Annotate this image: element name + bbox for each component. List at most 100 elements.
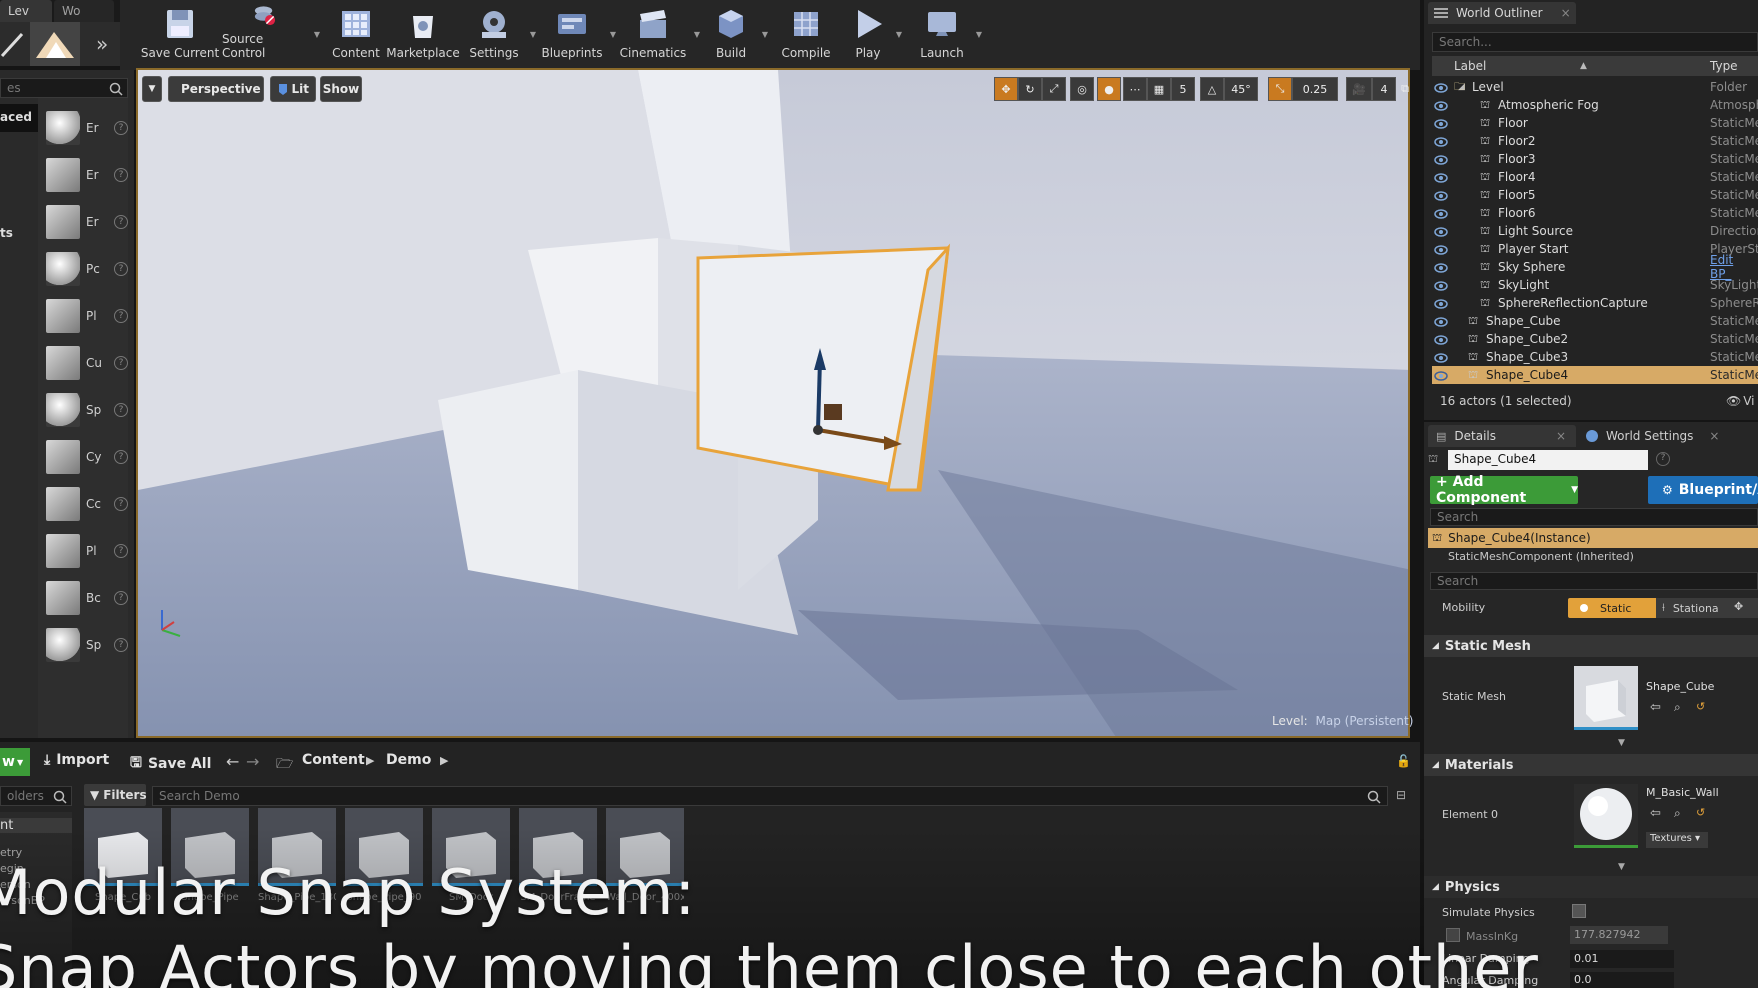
help-icon[interactable]: ? [114,262,128,276]
perspective-button[interactable]: Perspective [168,76,264,102]
components-search-input[interactable]: Search [1430,508,1758,526]
help-icon[interactable]: ? [114,450,128,464]
outliner-row[interactable]: ⛫ Shape_Cube StaticMe [1432,312,1758,330]
linear-damping-input[interactable]: 0.01 [1570,950,1674,968]
visibility-eye-icon[interactable] [1434,208,1448,219]
place-item[interactable]: Bc? [46,578,130,618]
outliner-row[interactable]: ⛫ Floor3 StaticMe [1432,150,1758,168]
browse-icon[interactable]: ⌕ [1674,806,1681,821]
surface-snap-icon[interactable]: ● [1097,77,1121,101]
level-viewport[interactable] [136,68,1410,738]
use-selected-icon[interactable]: ⇦ [1650,700,1661,715]
play-button[interactable]: Play ▼ [846,2,902,64]
outliner-row[interactable]: ⛫ Floor5 StaticMe [1432,186,1758,204]
content-button[interactable]: Content [326,2,386,64]
path-separator-icon[interactable]: ▶ [366,754,374,767]
lock-icon[interactable]: 🔓 [1396,754,1411,768]
show-button[interactable]: Show [320,76,362,102]
launch-button[interactable]: Launch ▼ [914,2,982,64]
mobility-movable-button[interactable]: ✥ [1728,598,1758,618]
place-item[interactable]: Sp? [46,390,130,430]
paint-mode-icon[interactable] [0,28,26,60]
filters-button[interactable]: ▼ Filters [84,784,147,806]
textures-dropdown[interactable]: Textures ▾ [1646,832,1708,848]
place-item[interactable]: Cu? [46,343,130,383]
translate-tool-icon[interactable]: ✥ [994,77,1018,101]
marketplace-button[interactable]: Marketplace [386,2,460,64]
outliner-col-label[interactable]: Label [1454,59,1486,73]
viewport-options-button[interactable]: ▼ [142,76,162,102]
outliner-row[interactable]: ⛫ Shape_Cube3 StaticMe [1432,348,1758,366]
outliner-row[interactable]: ⛫ Floor2 StaticMe [1432,132,1758,150]
save-all-button[interactable]: 🖫 Save All [130,752,211,776]
outliner-row[interactable]: ⛫ Shape_Cube4 StaticMe [1432,366,1758,384]
build-button[interactable]: Build ▼ [706,2,768,64]
help-icon[interactable]: ? [114,497,128,511]
help-icon[interactable]: ? [1656,452,1670,466]
static-mesh-section-header[interactable]: ◢ Static Mesh [1424,635,1758,657]
visibility-eye-icon[interactable] [1434,370,1448,381]
visibility-eye-icon[interactable] [1434,244,1448,255]
mass-input[interactable]: 177.827942 [1570,926,1668,944]
close-icon[interactable]: × [1709,429,1719,443]
path-separator-icon[interactable]: ▶ [440,754,448,767]
help-icon[interactable]: ? [114,638,128,652]
expand-icon[interactable]: ▼ [1618,738,1625,748]
place-search-input[interactable]: es [0,78,128,98]
save-search-icon[interactable]: ⊟ [1396,788,1406,802]
outliner-search-input[interactable]: Search... [1432,32,1758,52]
more-modes-button[interactable]: » [96,32,108,56]
help-icon[interactable]: ? [114,356,128,370]
add-new-button[interactable]: w ▼ [0,748,30,776]
camera-speed-value[interactable]: 4 [1372,77,1396,101]
mobility-stationary-button[interactable]: ⟊ Stationa [1656,598,1728,618]
back-arrow-icon[interactable]: ← [226,752,239,771]
visibility-eye-icon[interactable] [1434,118,1448,129]
visibility-eye-icon[interactable] [1434,154,1448,165]
place-item[interactable]: Er? [46,155,130,195]
landscape-mode-button[interactable] [30,22,80,66]
tab-world[interactable]: Wo [54,0,114,22]
visibility-eye-icon[interactable] [1434,352,1448,363]
camera-speed-icon[interactable]: 🎥 [1346,77,1372,101]
forward-arrow-icon[interactable]: → [246,752,259,771]
build-dropdown-icon[interactable]: ▼ [762,30,768,39]
blueprint-button[interactable]: ⚙ Blueprint/A [1648,476,1758,504]
view-options-button[interactable]: 👁 Vi [1726,394,1755,408]
outliner-row[interactable]: ⛫ Floor6 StaticMe [1432,204,1758,222]
physics-section-header[interactable]: ◢ Physics [1424,876,1758,898]
expand-icon[interactable]: ▼ [1618,862,1625,872]
scale-snap-value[interactable]: 0.25 [1292,77,1338,101]
grid-snap-toggle-icon[interactable]: ⋯ [1123,77,1147,101]
outliner-row[interactable]: ⛫ Floor StaticMe [1432,114,1758,132]
blueprints-button[interactable]: Blueprints ▼ [540,2,616,64]
tab-world-settings[interactable]: World Settings × [1578,425,1726,447]
element0-value[interactable]: M_Basic_Wall [1646,786,1719,799]
place-category-item[interactable]: ts [0,226,13,240]
outliner-col-type[interactable]: Type [1710,59,1738,73]
close-icon[interactable]: × [1556,429,1566,443]
path-demo[interactable]: Demo [386,752,431,768]
visibility-eye-icon[interactable] [1434,280,1448,291]
visibility-eye-icon[interactable] [1434,334,1448,345]
simulate-physics-checkbox[interactable] [1572,904,1586,918]
actor-name-input[interactable]: Shape_Cube4 [1448,450,1648,470]
blueprints-dropdown-icon[interactable]: ▼ [610,30,616,39]
help-icon[interactable]: ? [114,591,128,605]
reset-icon[interactable]: ↺ [1696,806,1705,819]
rotation-snap-icon[interactable]: △ [1200,77,1224,101]
visibility-eye-icon[interactable] [1434,226,1448,237]
reset-icon[interactable]: ↺ [1696,700,1705,713]
place-item[interactable]: Er? [46,202,130,242]
import-button[interactable]: ⤓ Import [44,752,109,768]
outliner-row[interactable]: ⛫ Floor4 StaticMe [1432,168,1758,186]
place-item[interactable]: Pl? [46,531,130,571]
lit-button[interactable]: Lit [270,76,316,102]
outliner-row[interactable]: ⛫ Light Source Direction [1432,222,1758,240]
source-control-button[interactable]: Source Control ▼ [222,2,320,64]
rotation-snap-value[interactable]: 45° [1224,77,1258,101]
visibility-eye-icon[interactable] [1434,298,1448,309]
help-icon[interactable]: ? [114,121,128,135]
close-icon[interactable]: × [1561,6,1571,20]
help-icon[interactable]: ? [114,309,128,323]
